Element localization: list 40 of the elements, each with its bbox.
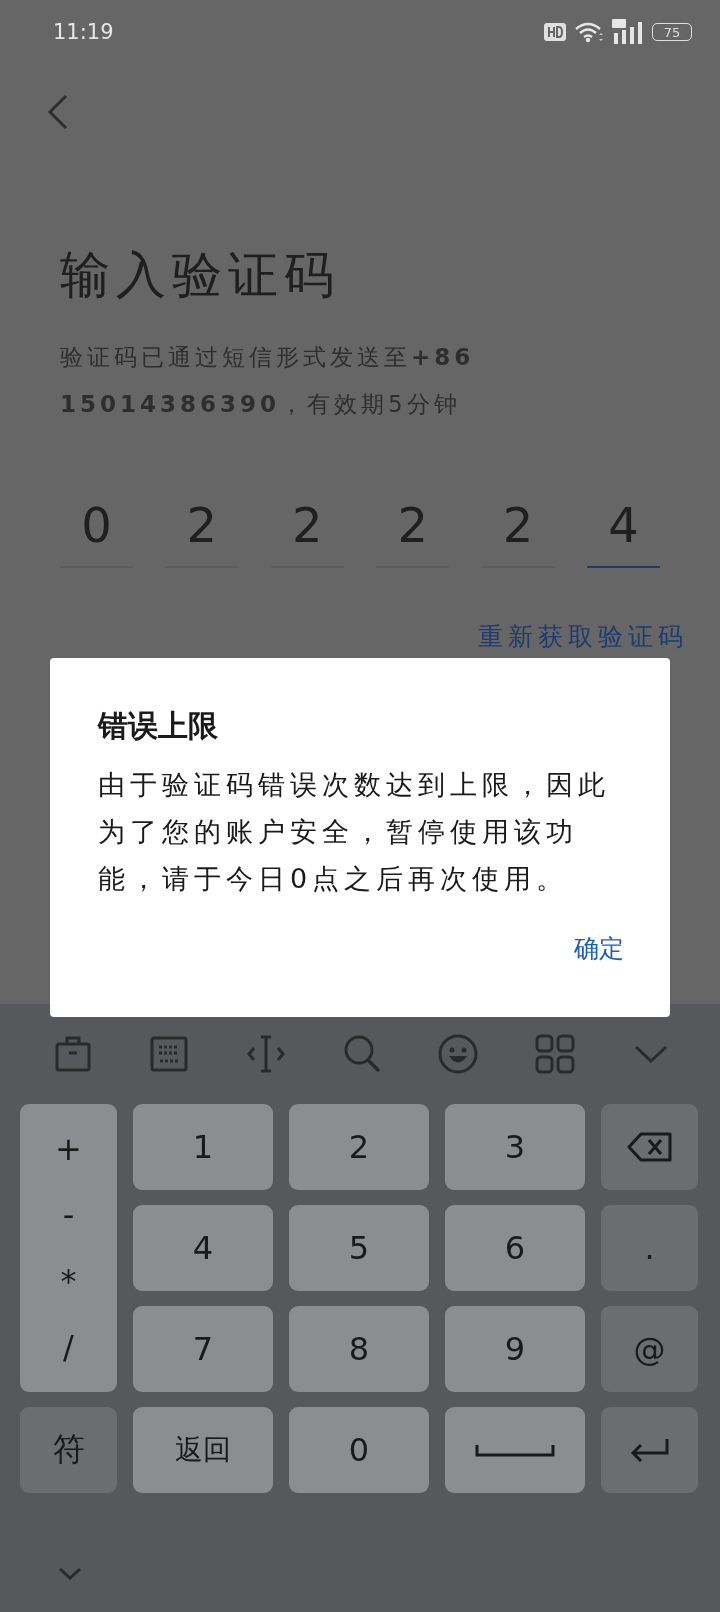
key[interactable]: 2: [289, 1104, 429, 1190]
wifi-icon: [574, 21, 604, 43]
key[interactable]: 1: [133, 1104, 273, 1190]
key[interactable]: 返回: [133, 1407, 273, 1493]
page-title: 输入验证码: [60, 245, 341, 306]
backspace-icon[interactable]: [626, 1132, 673, 1162]
smiley-icon[interactable]: [437, 1033, 480, 1075]
dialog-title: 错误上限: [98, 707, 219, 745]
confirm-button[interactable]: 确定: [566, 926, 632, 971]
code-digit-field[interactable]: 2: [270, 490, 344, 568]
key[interactable]: .: [601, 1205, 698, 1291]
signal-icon: [612, 19, 644, 45]
symbol-key[interactable]: +: [55, 1130, 82, 1168]
code-digit-field[interactable]: 0: [60, 490, 133, 568]
key[interactable]: 5: [289, 1205, 429, 1291]
symbol-key[interactable]: /: [63, 1328, 74, 1366]
key[interactable]: 4: [133, 1205, 273, 1291]
battery-level: 75: [652, 23, 692, 41]
sms-sent-notice: 验证码已通过短信形式发送至+86 15014386390，有效期5分钟: [60, 343, 476, 419]
code-digit-field[interactable]: 4: [586, 490, 660, 568]
key[interactable]: @: [601, 1306, 698, 1392]
symbol-key[interactable]: *: [60, 1262, 77, 1300]
enter-icon[interactable]: [628, 1437, 671, 1463]
key[interactable]: 3: [445, 1104, 585, 1190]
key[interactable]: 0: [289, 1407, 429, 1493]
grid-icon[interactable]: [533, 1033, 576, 1075]
code-digit-field[interactable]: 2: [481, 490, 555, 568]
key[interactable]: 8: [289, 1306, 429, 1392]
text-cursor-icon[interactable]: [244, 1033, 287, 1075]
status-time: 11:19: [53, 20, 115, 44]
symbol-key[interactable]: -: [62, 1196, 75, 1234]
key[interactable]: 符: [20, 1407, 117, 1493]
key[interactable]: 9: [445, 1306, 585, 1392]
code-digit-field[interactable]: 2: [376, 490, 450, 568]
hd-icon: [544, 23, 566, 41]
key[interactable]: 7: [133, 1306, 273, 1392]
dialog-message: 由于验证码错误次数达到上限，因此为了您的账户安全，暂停使用该功能，请于今日0点之后再次使用。: [98, 768, 611, 896]
code-digit-field[interactable]: 2: [165, 490, 239, 568]
key[interactable]: 6: [445, 1205, 585, 1291]
space-icon[interactable]: [475, 1443, 555, 1457]
